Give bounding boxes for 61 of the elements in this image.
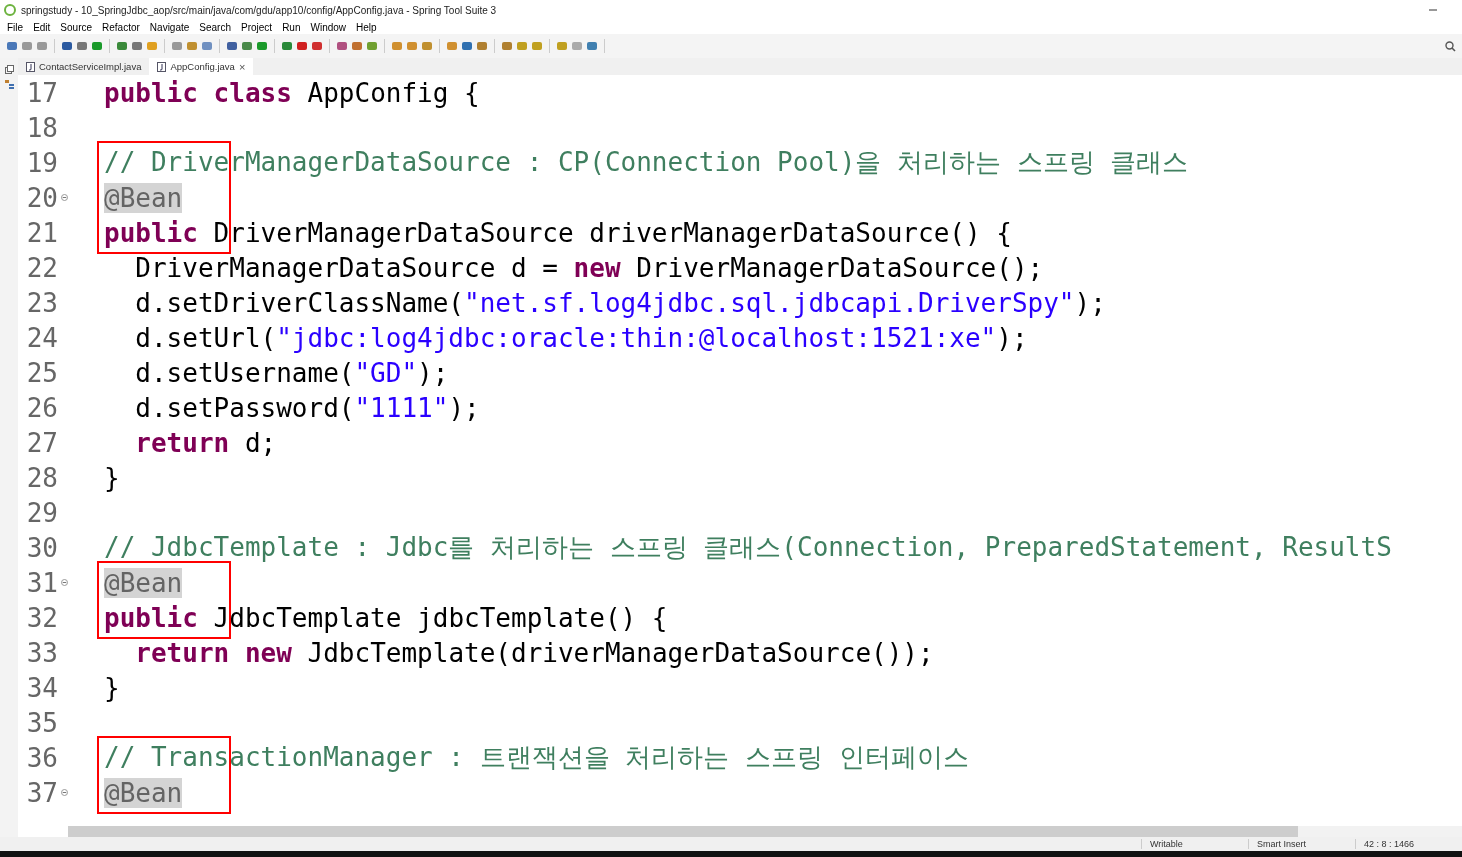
menu-item[interactable]: Search — [194, 21, 236, 33]
line-number: 30 — [25, 532, 58, 563]
line-number: 24 — [25, 322, 58, 353]
minimize-icon[interactable] — [1428, 6, 1438, 14]
status-field: Writable — [1141, 839, 1248, 849]
code-line: // JdbcTemplate : Jdbc를 처리하는 스프링 클래스(Connection, PreparedStatement, ResultS — [104, 531, 1392, 564]
java-file-icon — [157, 61, 167, 72]
code-line: } — [104, 672, 120, 703]
menu-item[interactable]: Edit — [28, 21, 56, 33]
menu-item[interactable]: Refactor — [97, 21, 145, 33]
code-line: d.setUsername("GD"); — [134, 357, 449, 388]
window-title: springstudy - 10_SpringJdbc_aop/src/main/java/com/gdu/app10/config/AppConfig.java - Spring Tool Suite 3 — [21, 4, 498, 16]
editor-tab[interactable]: ContactServiceImpl.java — [18, 58, 150, 75]
line-number: 32 — [25, 602, 58, 633]
collapse-icon[interactable] — [61, 194, 68, 201]
code-line: return d; — [134, 427, 277, 458]
restore-icon[interactable] — [4, 65, 14, 74]
line-number: 19 — [25, 147, 58, 178]
outline-icon[interactable] — [4, 80, 14, 90]
code-line: public class AppConfig { — [104, 77, 480, 108]
line-number: 34 — [25, 672, 58, 703]
line-number: 29 — [25, 497, 58, 528]
menu-item[interactable]: Source — [55, 21, 98, 33]
code-line: } — [104, 462, 120, 493]
status-field: 42 : 8 : 1466 — [1355, 839, 1462, 849]
menu-item[interactable]: File — [2, 21, 29, 33]
line-number: 22 — [25, 252, 58, 283]
horizontal-scrollbar[interactable] — [68, 826, 1462, 837]
line-number: 20 — [25, 182, 58, 213]
line-number: 33 — [25, 637, 58, 668]
menu-item[interactable]: Navigate — [144, 21, 195, 33]
line-number: 23 — [25, 287, 58, 318]
status-field: Smart Insert — [1248, 839, 1355, 849]
line-number: 21 — [25, 217, 58, 248]
line-number: 26 — [25, 392, 58, 423]
collapse-icon[interactable] — [61, 789, 68, 796]
code-line: d.setPassword("1111"); — [134, 392, 480, 423]
menu-item[interactable]: Project — [236, 21, 278, 33]
tab-label: ContactServiceImpl.java — [39, 61, 142, 72]
line-number: 18 — [25, 112, 58, 143]
code-line: d.setDriverClassName("net.sf.log4jdbc.sql.jdbcapi.DriverSpy"); — [134, 287, 1106, 318]
editor-tab[interactable]: AppConfig.java × — [149, 58, 254, 75]
menu-item[interactable]: Window — [305, 21, 352, 33]
line-number: 37 — [25, 777, 58, 808]
line-number: 36 — [25, 742, 58, 773]
close-icon[interactable]: × — [238, 60, 246, 73]
java-file-icon — [26, 61, 35, 72]
line-number: 35 — [25, 707, 58, 738]
line-number: 25 — [25, 357, 58, 388]
menu-item[interactable]: Run — [277, 21, 306, 33]
line-number: 31 — [25, 567, 58, 598]
search-icon[interactable] — [1445, 40, 1456, 52]
line-number: 28 — [25, 462, 58, 493]
line-number: 17 — [25, 77, 58, 108]
tab-label: AppConfig.java — [170, 61, 235, 72]
code-line: d.setUrl("jdbc:log4jdbc:oracle:thin:@localhost:1521:xe"); — [134, 322, 1028, 353]
code-line: DriverManagerDataSource d = new DriverManagerDataSource(); — [134, 252, 1044, 283]
collapse-icon[interactable] — [61, 579, 68, 586]
menu-item[interactable]: Help — [351, 21, 382, 33]
code-line: return new JdbcTemplate(driverManagerDataSource()); — [134, 637, 934, 668]
line-number: 27 — [25, 427, 58, 458]
